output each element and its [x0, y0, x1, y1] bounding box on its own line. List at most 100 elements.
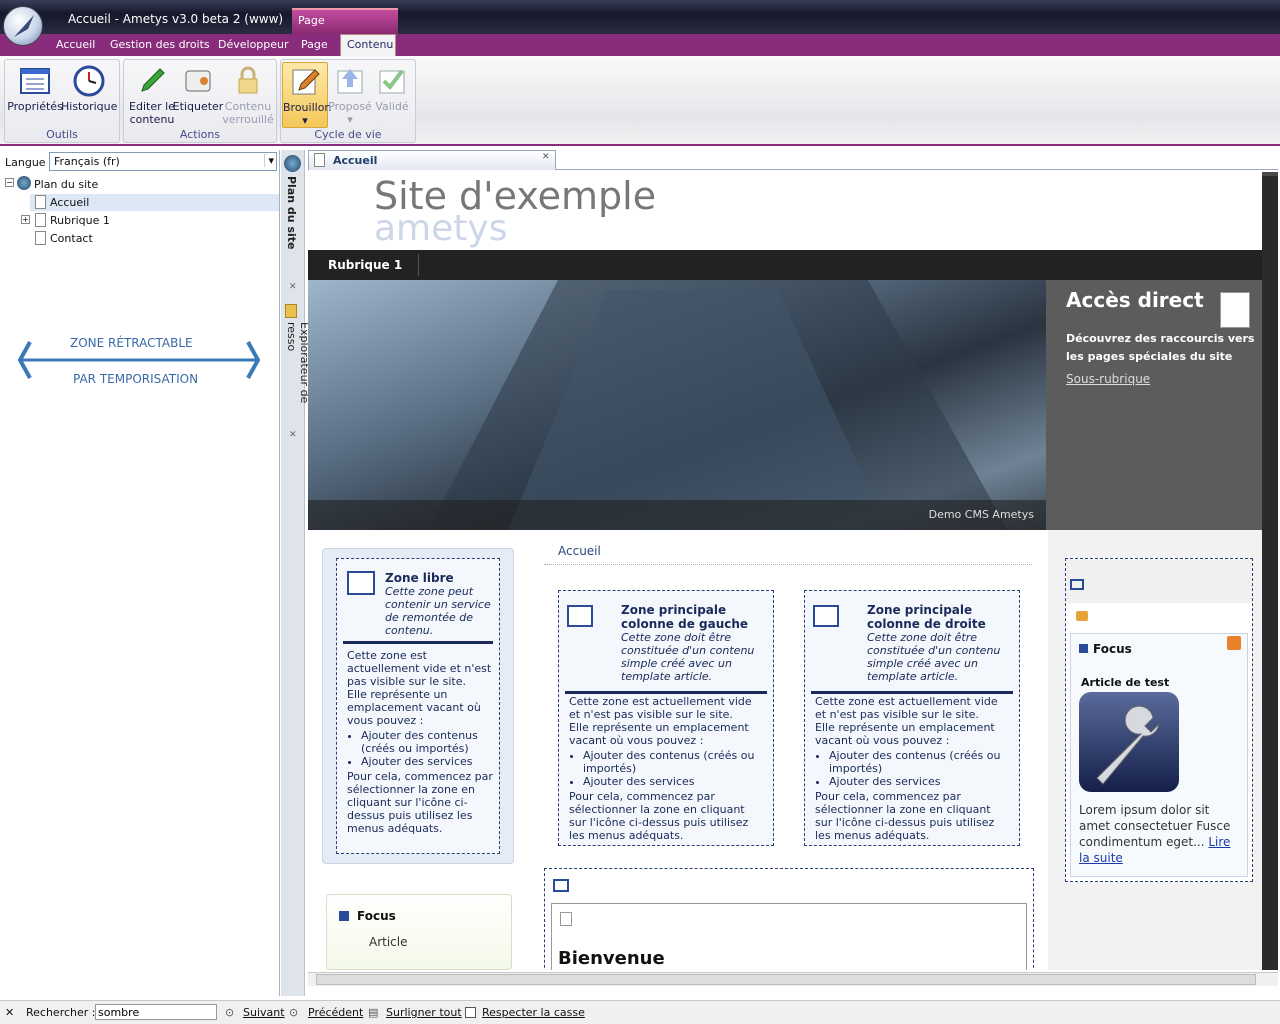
tab-page[interactable]: Page	[301, 38, 328, 51]
tab-contenu[interactable]: Contenu	[347, 38, 393, 51]
tag-button[interactable]: Etiqueter	[170, 62, 226, 126]
tag-label: Etiqueter	[172, 100, 224, 113]
down-arrow-icon[interactable]: ⊙	[225, 1006, 234, 1019]
pencil-icon	[141, 68, 165, 92]
chevron-down-icon[interactable]: ▾	[264, 154, 274, 167]
zone-droite[interactable]: Zone principale colonne de droite Cette …	[804, 590, 1020, 846]
group-actions: Editer le contenu Etiqueter Contenu verr…	[123, 59, 277, 143]
window-title: Accueil - Ametys v3.0 beta 2 (www)	[68, 12, 284, 26]
locked-content-button[interactable]: Contenu verrouillé	[220, 62, 276, 126]
zone-libre-body3: Pour cela, commencez par sélectionner la…	[347, 770, 493, 835]
zone-right[interactable]: Focus Article de test Lorem ipsum dolor …	[1065, 558, 1253, 882]
close-icon[interactable]: ✕	[289, 430, 297, 440]
previous-button[interactable]: Précédent	[308, 1006, 363, 1019]
draft-icon	[292, 69, 320, 95]
ametys-logo-icon[interactable]	[3, 6, 43, 46]
tree-item-contact[interactable]: Contact	[50, 232, 93, 245]
zone-droite-body3: Pour cela, commencez par sélectionner la…	[815, 790, 995, 842]
nav-item-rubrique[interactable]: Rubrique 1	[328, 258, 402, 272]
wrench-icon	[1096, 705, 1160, 785]
scroll-thumb[interactable]	[316, 974, 1256, 985]
language-select[interactable]: Français (fr) ▾	[49, 152, 277, 171]
side-tab-bar	[281, 150, 305, 996]
zone-icon[interactable]	[813, 605, 839, 627]
properties-button[interactable]: Propriétés	[7, 62, 63, 126]
tag-icon[interactable]	[1076, 611, 1088, 621]
tab-developpeur[interactable]: Développeur	[218, 38, 289, 51]
building-graphic	[308, 280, 1046, 530]
zone-droite-body1: Cette zone est actuellement vide et n'es…	[815, 695, 998, 721]
acces-link[interactable]: Sous-rubrique	[1066, 372, 1150, 386]
zone-gauche-li1: Ajouter des contenus (créés ou importés)	[583, 749, 765, 775]
find-bar: ✕ Rechercher : ⊙ Suivant ⊙ Précédent ▤ S…	[0, 1000, 1280, 1024]
edit-content-label: Editer le contenu	[129, 100, 175, 126]
tab-document-accueil[interactable]: Accueil	[308, 150, 556, 170]
tree-item-accueil[interactable]: Accueil	[50, 196, 89, 209]
close-find-icon[interactable]: ✕	[5, 1006, 14, 1019]
match-case-label[interactable]: Respecter la casse	[482, 1006, 585, 1019]
next-button[interactable]: Suivant	[243, 1006, 285, 1019]
ribbon: Propriétés Historique Outils Editer le c…	[0, 56, 1280, 146]
zone-libre-li2: Ajouter des services	[361, 755, 495, 768]
focus-right-box: Focus Article de test Lorem ipsum dolor …	[1070, 633, 1248, 877]
zone-divider	[811, 691, 1013, 694]
zone-icon[interactable]	[553, 879, 569, 892]
zone-droite-body2: Elle représente un emplacement vacant où…	[815, 721, 995, 747]
propose-label: Proposé	[328, 100, 372, 113]
history-label: Historique	[61, 100, 118, 113]
arrow-icon	[1079, 644, 1088, 653]
acces-direct-panel: Accès direct Découvrez des raccourcis ve…	[1046, 280, 1262, 530]
up-arrow-icon[interactable]: ⊙	[289, 1006, 298, 1019]
group-cycle-label: Cycle de vie	[314, 128, 382, 141]
rss-icon[interactable]	[1227, 636, 1241, 650]
page-icon	[35, 231, 46, 245]
language-label: Langue	[5, 156, 46, 169]
zone-divider	[343, 641, 493, 644]
match-case-checkbox[interactable]	[465, 1007, 476, 1018]
zone-gauche-subtitle: Cette zone doit être constituée d'un con…	[621, 631, 755, 683]
search-input[interactable]	[95, 1004, 217, 1020]
page-icon	[35, 195, 46, 209]
zone-libre-body1: Cette zone est actuellement vide et n'es…	[347, 649, 492, 688]
zone-icon[interactable]	[347, 571, 375, 595]
breadcrumb-divider	[544, 564, 1032, 565]
propose-button[interactable]: Proposé ▾	[327, 62, 373, 126]
wrench-image	[1079, 692, 1179, 792]
zone-icon[interactable]	[1070, 579, 1084, 590]
validate-button[interactable]: Validé	[369, 62, 415, 126]
tree-item-rubrique[interactable]: Rubrique 1	[50, 214, 110, 227]
history-button[interactable]: Historique	[61, 62, 117, 126]
close-icon[interactable]: ✕	[289, 282, 297, 292]
zone-bienvenue[interactable]: Bienvenue	[544, 868, 1034, 970]
tab-accueil[interactable]: Accueil	[56, 38, 95, 51]
highlight-all-button[interactable]: Surligner tout	[386, 1006, 462, 1019]
zone-droite-subtitle: Cette zone doit être constituée d'un con…	[867, 631, 1001, 683]
hero-image: Demo CMS Ametys	[308, 280, 1046, 530]
close-tab-icon[interactable]: ✕	[542, 152, 550, 162]
zone-libre-title: Zone libre	[385, 571, 454, 585]
tree-root-label[interactable]: Plan du site	[34, 178, 98, 191]
draft-button[interactable]: Brouillon ▾	[282, 62, 331, 128]
focus-article-title[interactable]: Article de test	[1081, 676, 1169, 689]
nav-divider	[418, 254, 419, 276]
zone-divider	[565, 691, 767, 694]
zone-droite-li2: Ajouter des services	[829, 775, 1011, 788]
collapse-toggle-icon[interactable]: −	[5, 178, 14, 187]
zone-gauche[interactable]: Zone principale colonne de gauche Cette …	[558, 590, 774, 846]
expand-toggle-icon[interactable]: +	[21, 215, 30, 224]
zone-libre[interactable]: Zone libre Cette zone peut contenir un s…	[336, 558, 500, 854]
site-nav: Rubrique 1	[308, 250, 1262, 280]
vertical-scrollbar[interactable]	[1262, 176, 1278, 970]
document-icon	[560, 912, 572, 926]
group-cycle: Brouillon ▾ Proposé ▾ Validé Cycle de vie	[280, 59, 416, 143]
highlight-icon[interactable]: ▤	[368, 1006, 378, 1019]
globe-icon	[284, 155, 301, 172]
vtab-sitemap[interactable]: Plan du site	[285, 176, 298, 276]
tab-gestion-droits[interactable]: Gestion des droits	[110, 38, 210, 51]
breadcrumb[interactable]: Accueil	[558, 544, 601, 558]
zone-icon[interactable]	[567, 605, 593, 627]
focus-left-item[interactable]: Article	[369, 935, 408, 949]
context-tab-label: Page	[298, 14, 325, 27]
zone-label-line2: PAR TEMPORISATION	[71, 372, 201, 386]
horizontal-scrollbar[interactable]	[308, 972, 1278, 986]
